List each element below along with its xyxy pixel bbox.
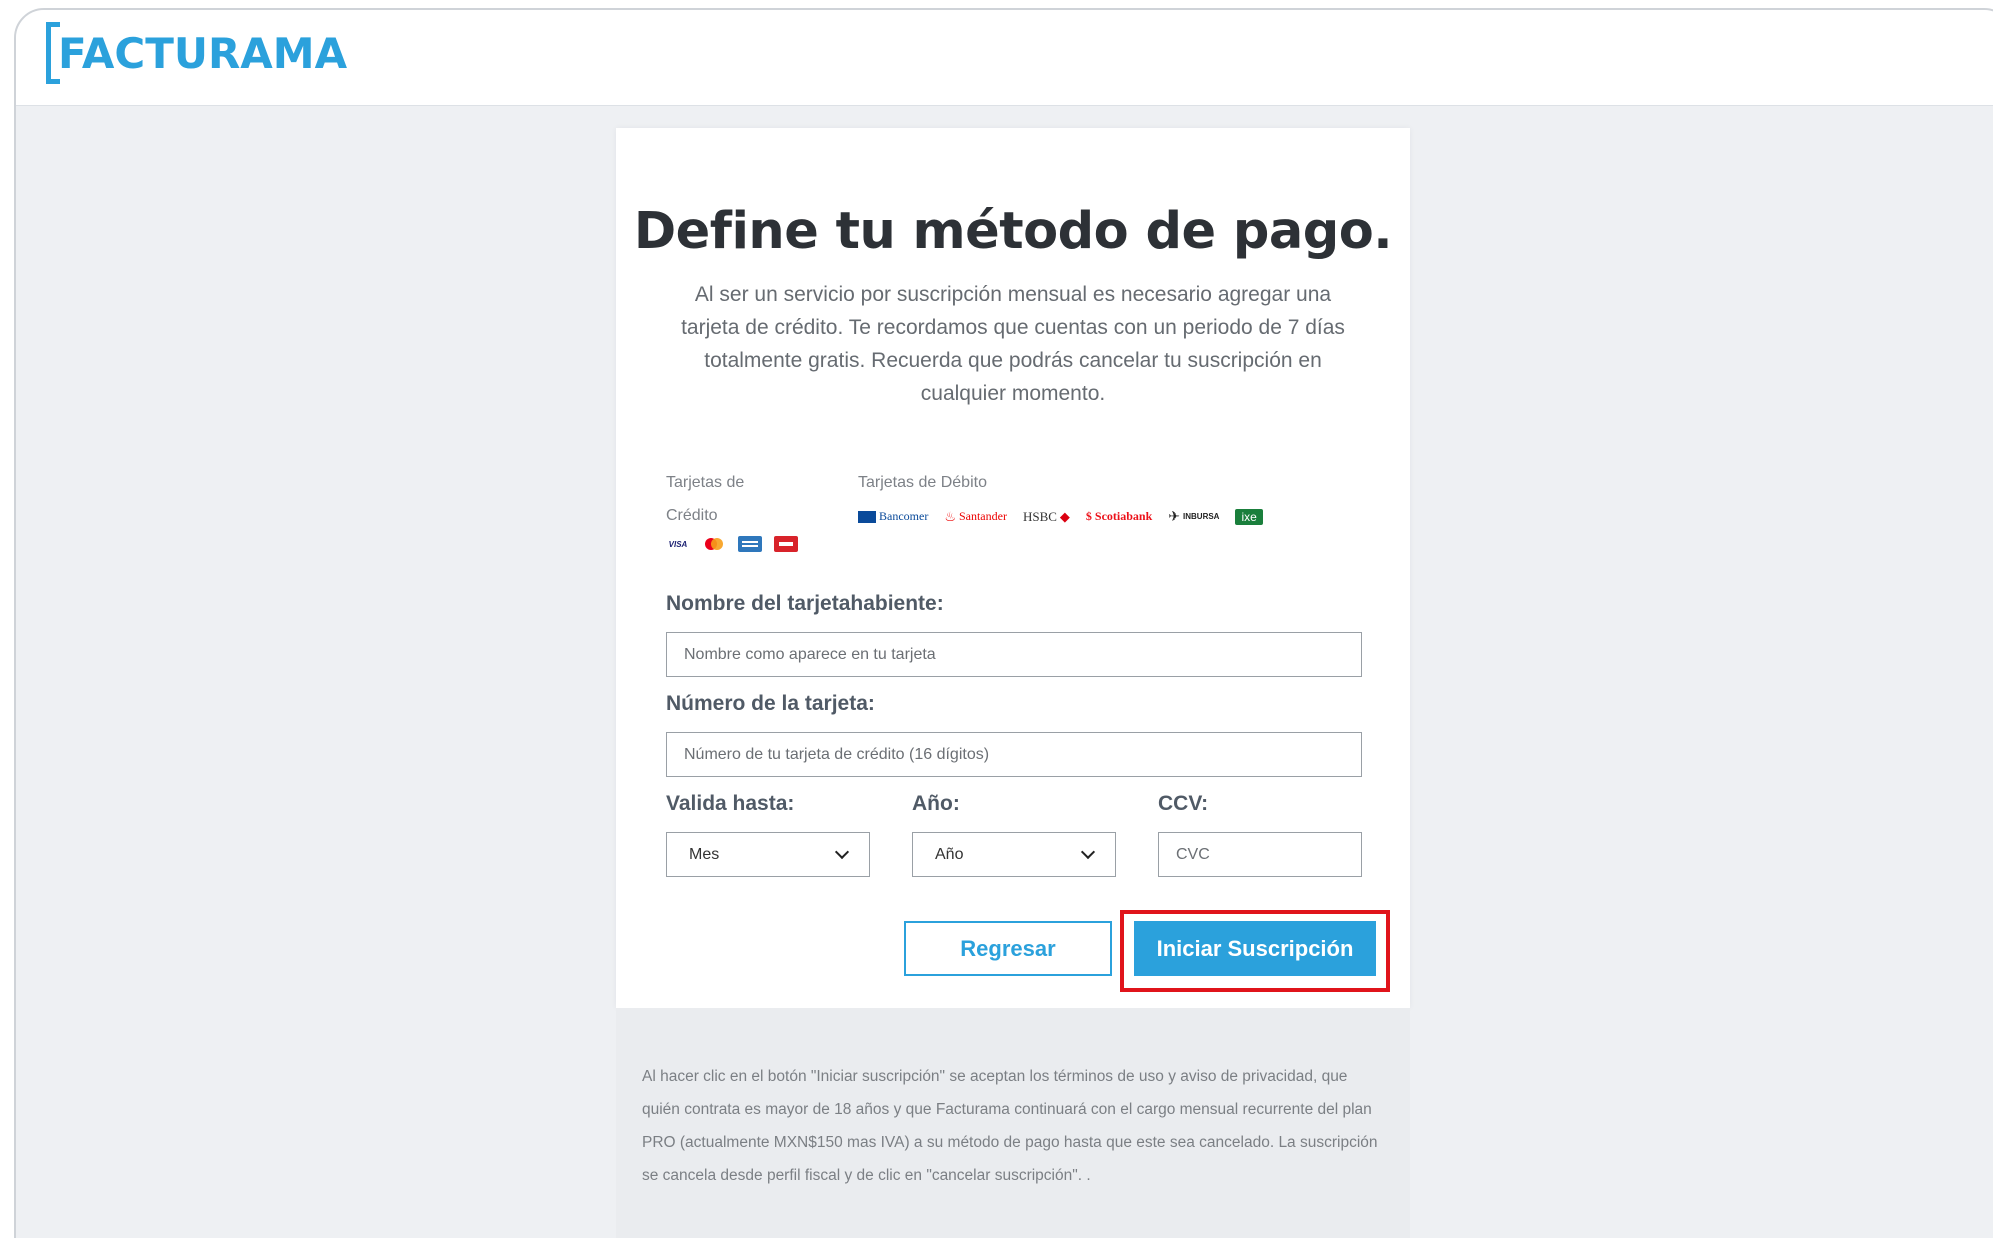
scotiabank-text: Scotiabank [1094,509,1153,523]
debit-cards-label: Tarjetas de Débito [858,474,987,491]
chevron-down-icon [834,844,850,859]
expiry-year-value: Año [935,845,964,863]
top-bar: FACTURAMA [16,10,1993,106]
page-title: Define tu método de pago. [633,202,1393,261]
browser-frame: FACTURAMA Define tu método de pago. Al s… [14,8,1993,1238]
credit-cards-label: Tarjetas de Crédito [666,466,744,532]
start-subscription-button[interactable]: Iniciar Suscripción [1134,921,1376,976]
credit-label-line1: Tarjetas de [666,474,745,491]
facturama-logo[interactable]: FACTURAMA [46,18,347,88]
logo-text: FACTURAMA [58,28,348,78]
card-number-input[interactable] [666,732,1362,777]
carnet-icon [774,536,798,552]
back-button[interactable]: Regresar [904,921,1112,976]
expiry-year-label: Año: [912,792,960,815]
amex-icon [738,536,762,552]
ixe-text: ixe [1241,509,1257,524]
payment-card: Define tu método de pago. Al ser un serv… [616,128,1410,1008]
hsbc-text: HSBC [1022,508,1057,524]
legal-footer: Al hacer clic en el botón "Iniciar suscr… [616,1008,1410,1238]
debit-card-logos: Bancomer ♨ Santander HSBC ◆ $ Scotiabank… [858,508,1263,525]
inbursa-icon: ✈ INBURSA [1168,508,1220,524]
santander-icon: ♨ Santander [944,508,1007,524]
expiry-month-label: Valida hasta: [666,792,795,815]
inbursa-text: INBURSA [1183,512,1220,521]
chevron-down-icon [1080,844,1096,859]
santander-text: Santander [958,509,1007,523]
legal-text: Al hacer clic en el botón "Iniciar suscr… [642,1068,1378,1184]
cardholder-name-input[interactable] [666,632,1362,677]
bancomer-icon: Bancomer [858,509,928,524]
page-description: Al ser un servicio por suscripción mensu… [681,283,1345,405]
mastercard-icon [702,536,726,552]
expiry-month-value: Mes [689,845,720,863]
hsbc-icon: HSBC ◆ [1022,508,1070,524]
cardholder-name-label: Nombre del tarjetahabiente: [666,592,944,615]
ccv-label: CCV: [1158,792,1209,815]
credit-label-line2: Crédito [666,507,718,524]
expiry-month-select[interactable]: Mes [666,832,870,877]
expiry-year-select[interactable]: Año [912,832,1116,877]
bancomer-text: Bancomer [879,509,929,523]
card-number-label: Número de la tarjeta: [666,692,875,715]
credit-card-logos: VISA [666,536,798,552]
scotiabank-icon: $ Scotiabank [1085,509,1153,523]
ixe-icon: ixe [1235,508,1263,525]
visa-icon: VISA [668,539,688,549]
ccv-input[interactable] [1158,832,1362,877]
